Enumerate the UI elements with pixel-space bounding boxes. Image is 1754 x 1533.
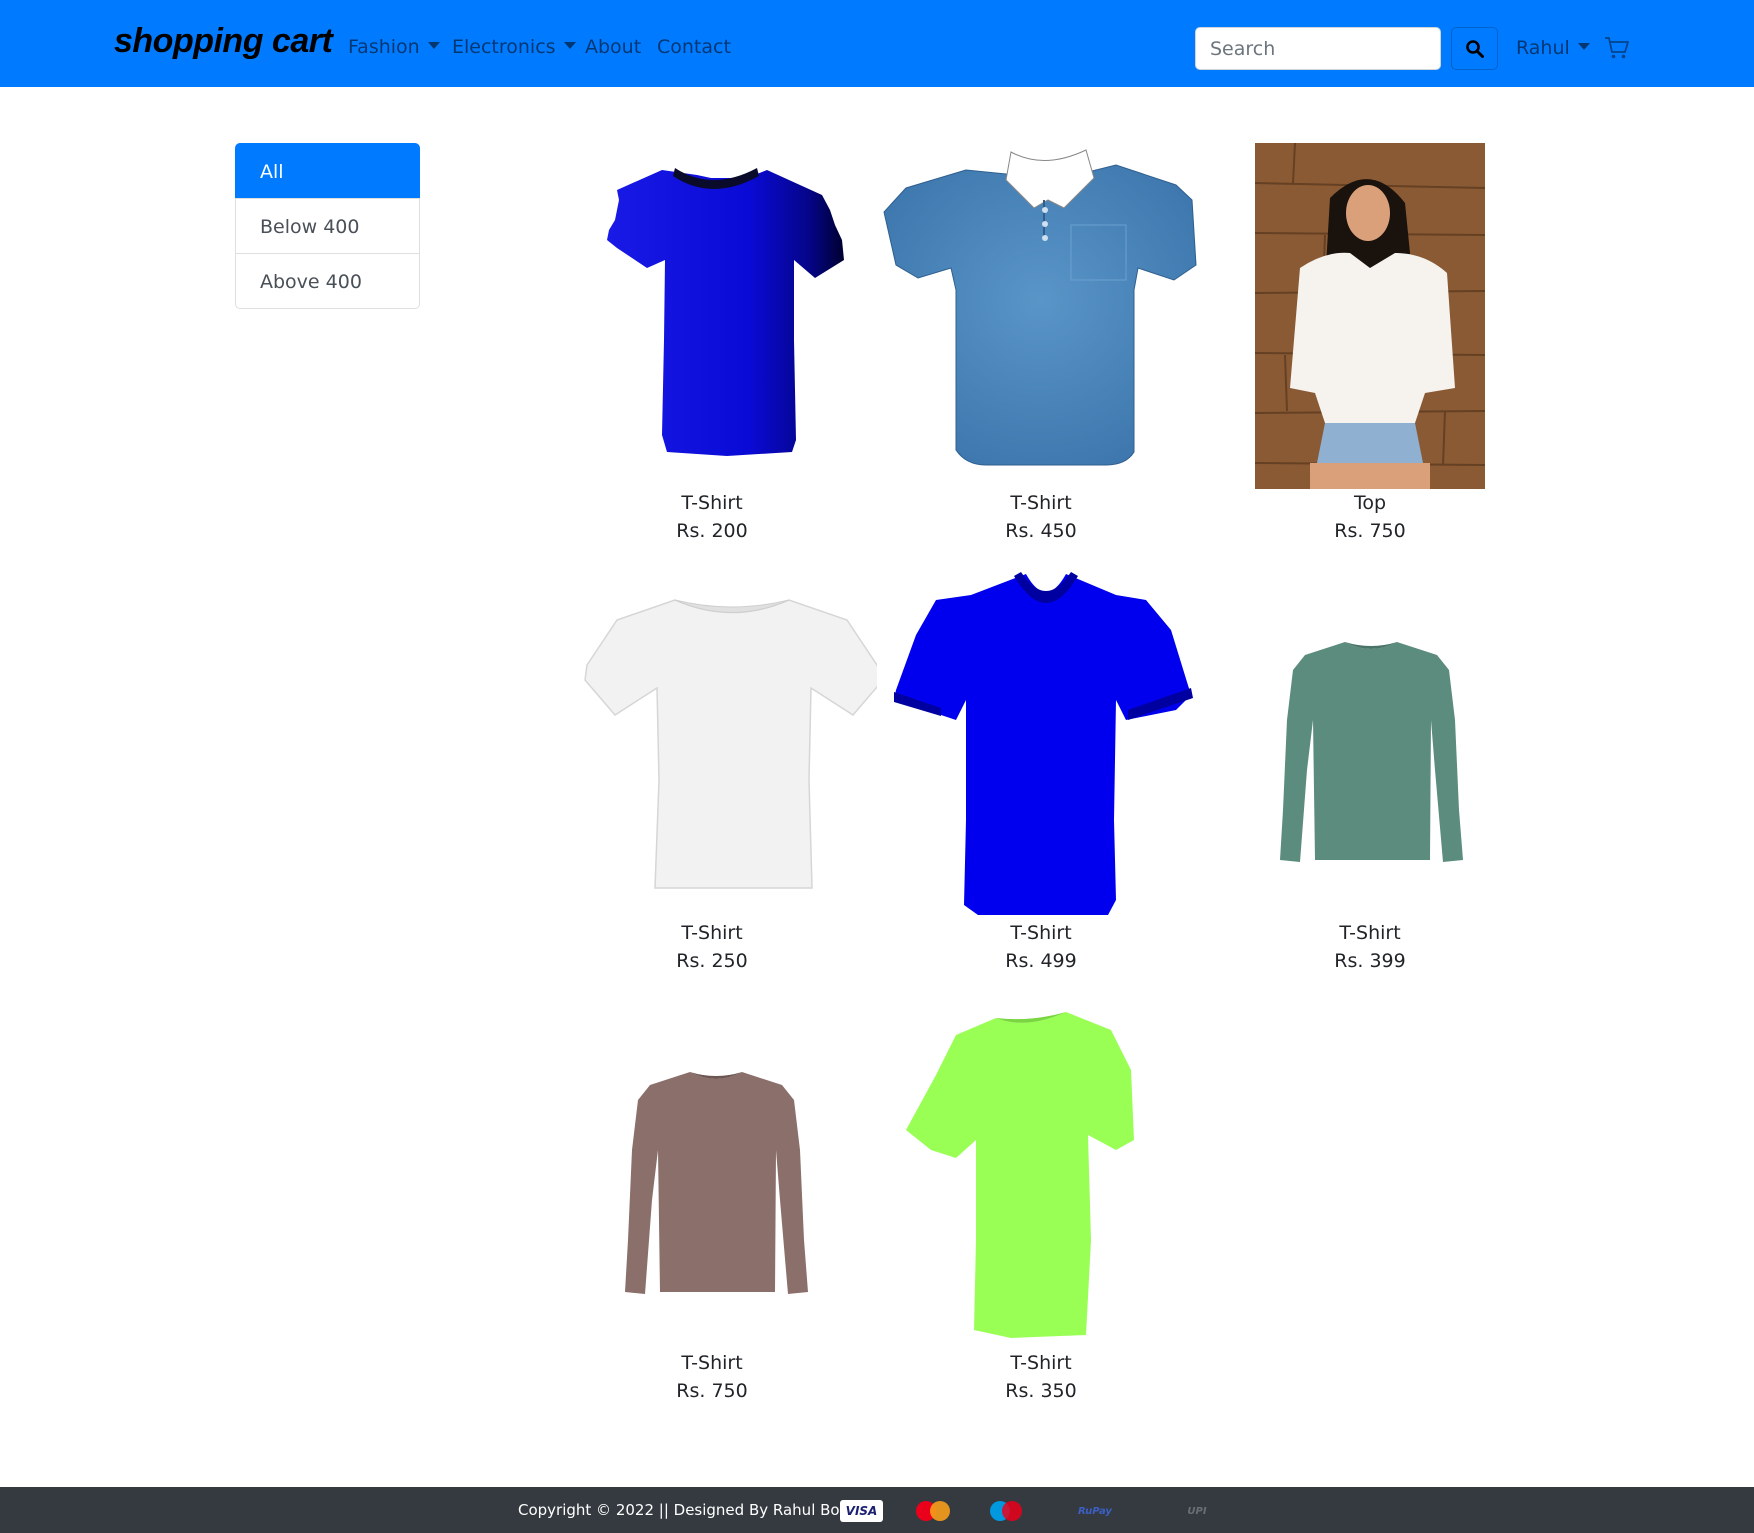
upi-logo-icon: UPI [1165,1500,1229,1522]
maestro-logo-icon [983,1500,1029,1522]
product-image [1205,570,1535,920]
product-card[interactable]: Top Rs. 750 [1205,140,1535,545]
product-image [547,570,877,920]
product-price: Rs. 399 [1334,950,1406,972]
caret-down-icon [563,42,576,49]
search-input[interactable] [1195,27,1441,70]
product-price: Rs. 250 [676,950,748,972]
footer-copyright: Copyright © 2022 || Designed By Rahul Bo… [518,1501,872,1519]
product-price: Rs. 750 [1334,520,1406,542]
cart-icon[interactable] [1604,36,1630,60]
product-card[interactable]: T-Shirt Rs. 499 [876,570,1206,975]
search-icon [1465,39,1484,58]
product-name: T-Shirt [681,1352,743,1374]
product-image [1255,143,1485,489]
product-price: Rs. 450 [1005,520,1077,542]
product-card[interactable]: T-Shirt Rs. 750 [547,1000,877,1405]
caret-down-icon [427,42,440,49]
payment-method-label: UPI [1187,1505,1207,1517]
product-price: Rs. 350 [1005,1380,1077,1402]
product-card[interactable]: T-Shirt Rs. 200 [547,140,877,545]
search-button[interactable] [1451,27,1498,70]
filter-above-400[interactable]: Above 400 [235,253,420,309]
nav-fashion-label: Fashion [348,36,420,58]
filter-below-400[interactable]: Below 400 [235,198,420,254]
product-image [876,1000,1206,1350]
caret-down-icon [1577,43,1590,50]
product-price: Rs. 750 [676,1380,748,1402]
product-card[interactable]: T-Shirt Rs. 399 [1205,570,1535,975]
navbar: shopping cart Fashion Electronics About … [0,0,1754,87]
user-name: Rahul [1516,37,1570,59]
nav-electronics-dropdown[interactable]: Electronics [452,36,576,58]
nav-contact-link[interactable]: Contact [657,36,731,58]
user-menu-dropdown[interactable]: Rahul [1516,37,1590,59]
product-card[interactable]: T-Shirt Rs. 350 [876,1000,1206,1405]
product-image [547,140,877,490]
product-image [876,140,1206,490]
payment-method-label: RuPay [1078,1505,1112,1517]
brand-logo[interactable]: shopping cart [114,22,333,61]
rupay-logo-icon: RuPay [1058,1500,1132,1522]
price-filter-list: All Below 400 Above 400 [235,143,420,309]
product-name: T-Shirt [681,492,743,514]
product-name: Top [1353,492,1387,514]
product-card[interactable]: T-Shirt Rs. 450 [876,140,1206,545]
product-card[interactable]: T-Shirt Rs. 250 [547,570,877,975]
product-name: T-Shirt [1339,922,1401,944]
filter-all[interactable]: All [235,143,420,199]
product-image [876,570,1206,920]
product-name: T-Shirt [1010,1352,1072,1374]
nav-electronics-label: Electronics [452,36,556,58]
product-name: T-Shirt [681,922,743,944]
nav-fashion-dropdown[interactable]: Fashion [348,36,440,58]
product-name: T-Shirt [1010,492,1072,514]
product-price: Rs. 200 [676,520,748,542]
mastercard-logo-icon [908,1500,958,1522]
product-image [547,1000,877,1350]
payment-method-label: VISA [845,1504,878,1518]
footer: Copyright © 2022 || Designed By Rahul Bo… [0,1487,1754,1533]
visa-logo-icon: VISA [840,1500,883,1522]
nav-about-link[interactable]: About [585,36,641,58]
product-price: Rs. 499 [1005,950,1077,972]
product-name: T-Shirt [1010,922,1072,944]
